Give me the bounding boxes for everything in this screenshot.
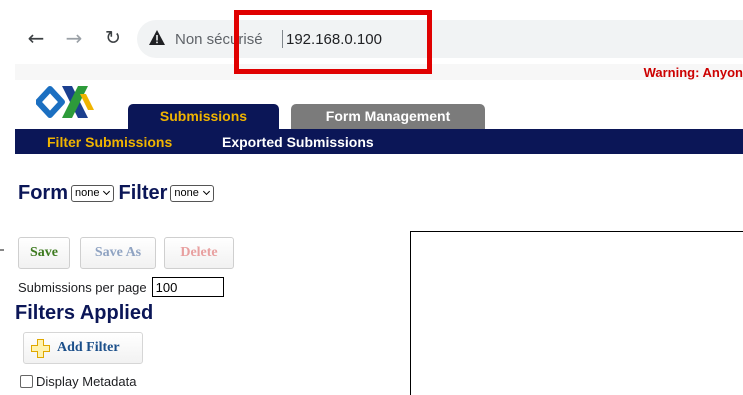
separator (282, 30, 283, 48)
save-as-button[interactable]: Save As (80, 237, 156, 269)
display-metadata-checkbox[interactable] (20, 374, 33, 388)
subnav-filter-submissions[interactable]: Filter Submissions (47, 134, 172, 150)
subnav-bar: Filter Submissions Exported Submissions (15, 129, 743, 154)
address-bar[interactable]: Non sécurisé 192.168.0.100 (137, 20, 743, 58)
submissions-per-page-label: Submissions per page (18, 279, 147, 295)
filters-applied-heading: Filters Applied (15, 302, 154, 324)
results-panel-left-border (410, 231, 411, 395)
filter-select-value: none (174, 187, 199, 199)
warning-triangle-icon[interactable] (149, 30, 165, 45)
delete-button[interactable]: Delete (164, 237, 234, 269)
filter-label: Filter (118, 181, 168, 204)
back-arrow-icon[interactable]: ← (24, 26, 48, 50)
plus-icon (31, 339, 50, 358)
save-button[interactable]: Save (18, 237, 70, 269)
odk-logo (36, 86, 94, 118)
display-metadata-label: Display Metadata (36, 373, 137, 389)
url-text[interactable]: 192.168.0.100 (286, 31, 382, 48)
add-filter-button[interactable]: Add Filter (23, 332, 143, 364)
add-filter-label: Add Filter (57, 340, 120, 355)
form-label: Form (18, 181, 68, 204)
warning-banner: Warning: Anyon (15, 64, 743, 80)
chevron-down-icon (202, 187, 210, 196)
edge-marker (0, 249, 4, 251)
tab-submissions[interactable]: Submissions (128, 104, 279, 129)
filter-select[interactable]: none (170, 184, 214, 202)
display-metadata-row[interactable]: Display Metadata (20, 373, 136, 389)
results-panel-top-border (410, 231, 743, 232)
warning-text: Warning: Anyon (643, 65, 743, 80)
chevron-down-icon (103, 187, 111, 196)
subnav-exported-submissions[interactable]: Exported Submissions (222, 134, 374, 150)
form-select-value: none (75, 187, 100, 199)
security-label[interactable]: Non sécurisé (175, 31, 263, 48)
submissions-per-page-row: Submissions per page (18, 277, 224, 297)
form-select[interactable]: none (71, 184, 115, 202)
browser-toolbar: ← → ↻ Non sécurisé 192.168.0.100 (0, 0, 743, 64)
forward-arrow-icon[interactable]: → (62, 26, 86, 50)
tab-form-management[interactable]: Form Management (291, 104, 485, 129)
form-filter-row: Form none Filter none (18, 180, 218, 206)
reload-icon[interactable]: ↻ (101, 26, 125, 50)
submissions-per-page-input[interactable] (151, 277, 224, 297)
